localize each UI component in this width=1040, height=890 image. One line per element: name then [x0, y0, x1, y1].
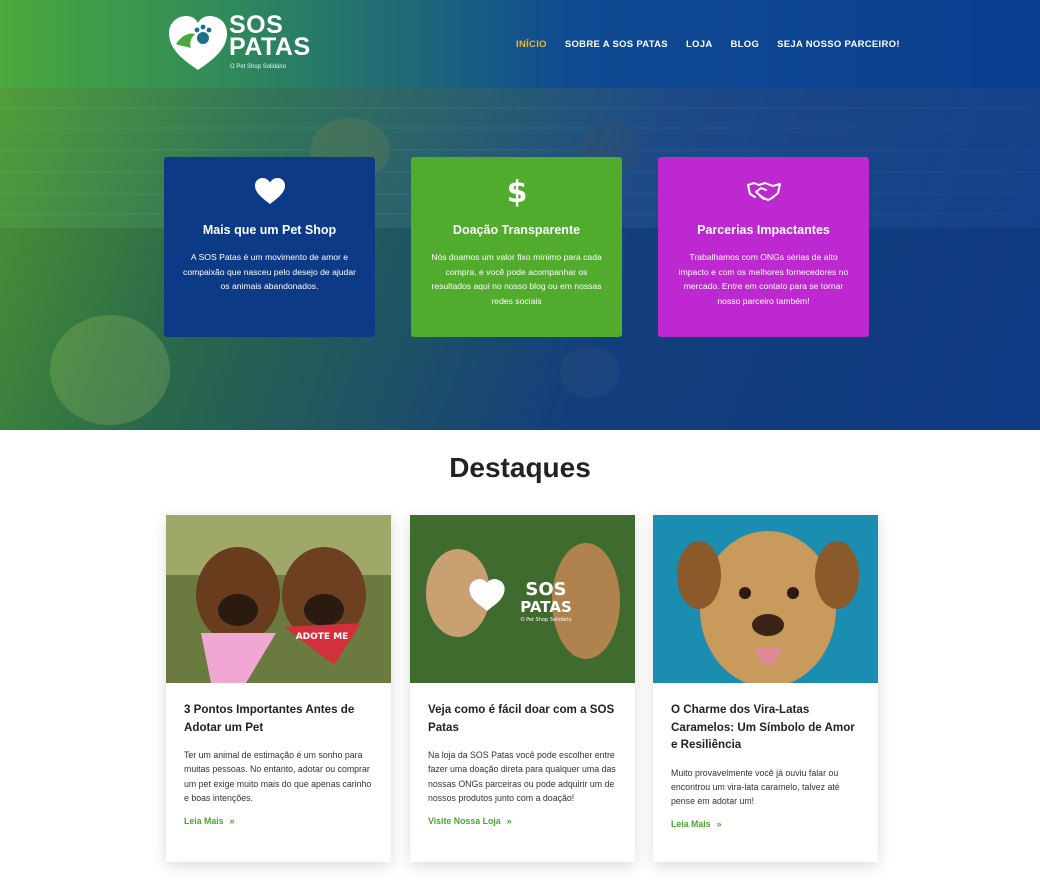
card-title[interactable]: Veja como é fácil doar com a SOS Patas [428, 701, 617, 736]
heart-paw-logo-icon [169, 16, 227, 70]
feature-title: Mais que um Pet Shop [202, 223, 337, 237]
card-image-dogs-bandanas: ADOTE ME [166, 515, 391, 683]
blog-card[interactable]: SOS PATAS O Pet Shop Solidário Veja como… [410, 515, 635, 862]
feature-text: A SOS Patas é um movimento de amor e com… [183, 252, 356, 291]
card-title[interactable]: 3 Pontos Importantes Antes de Adotar um … [184, 701, 373, 736]
hero-section: SOS PATAS O Pet Shop Solidário INÍCIO SO… [0, 0, 1040, 430]
card-excerpt: Na loja da SOS Patas você pode escolher … [428, 750, 616, 803]
nav-item-loja[interactable]: LOJA [686, 39, 713, 50]
read-more-link[interactable]: Leia Mais » [184, 816, 235, 826]
logo-wordmark: SOS PATAS [229, 13, 311, 61]
feature-box-doacao: $ Doação Transparente Nós doamos um valo… [411, 157, 622, 337]
header: SOS PATAS O Pet Shop Solidário INÍCIO SO… [0, 0, 1040, 88]
feature-text: Trabalhamos com ONGs sérias de alto impa… [678, 252, 849, 306]
feature-title: Parcerias Impactantes [697, 223, 830, 237]
nav-item-inicio[interactable]: INÍCIO [516, 39, 547, 50]
nav-item-parceiro[interactable]: SEJA NOSSO PARCEIRO! [777, 39, 900, 50]
nav-item-blog[interactable]: BLOG [731, 39, 760, 50]
card-image-caramel-dog [653, 515, 878, 683]
blog-card[interactable]: O Charme dos Vira-Latas Caramelos: Um Sí… [653, 515, 878, 862]
visit-store-label: Visite Nossa Loja [428, 816, 501, 827]
chevron-double-right-icon: » [229, 816, 235, 827]
card-excerpt: Ter um animal de estimação é um sonho pa… [184, 750, 372, 803]
card-excerpt: Muito provavelmente você já ouviu falar … [671, 767, 840, 807]
logo-tagline: O Pet Shop Solidário [230, 64, 287, 70]
heart-icon [182, 173, 357, 209]
visit-store-link[interactable]: Visite Nossa Loja » [428, 816, 512, 826]
card-title[interactable]: O Charme dos Vira-Latas Caramelos: Um Sí… [671, 701, 860, 754]
overlay-logo-line-1: SOS [525, 579, 566, 600]
logo[interactable]: SOS PATAS O Pet Shop Solidário [167, 13, 310, 74]
overlay-logo-line-2: PATAS [520, 598, 572, 616]
bandana-text: ADOTE ME [296, 632, 349, 642]
blog-card[interactable]: ADOTE ME 3 Pontos Importantes Antes de A… [166, 515, 391, 862]
svg-text:$: $ [507, 175, 527, 208]
feature-box-parcerias: Parcerias Impactantes Trabalhamos com ON… [658, 157, 869, 337]
dollar-icon: $ [429, 173, 604, 209]
highlights-title: Destaques [449, 452, 591, 483]
card-image-dogs-grass: SOS PATAS O Pet Shop Solidário [410, 515, 635, 683]
nav-item-sobre[interactable]: SOBRE A SOS PATAS [565, 39, 668, 50]
read-more-label: Leia Mais [184, 816, 224, 827]
handshake-icon [676, 173, 851, 209]
overlay-logo-tagline: O Pet Shop Solidário [521, 616, 572, 623]
chevron-double-right-icon: » [506, 816, 512, 827]
feature-text: Nós doamos um valor fixo mínimo para cad… [431, 252, 602, 306]
read-more-label: Leia Mais [671, 819, 711, 830]
logo-line-2: PATAS [229, 33, 311, 61]
read-more-link[interactable]: Leia Mais » [671, 819, 722, 829]
feature-title: Doação Transparente [452, 223, 581, 237]
feature-box-pet-shop: Mais que um Pet Shop A SOS Patas é um mo… [164, 157, 375, 337]
chevron-double-right-icon: » [716, 819, 722, 830]
main-nav: INÍCIO SOBRE A SOS PATAS LOJA BLOG SEJA … [516, 39, 900, 50]
